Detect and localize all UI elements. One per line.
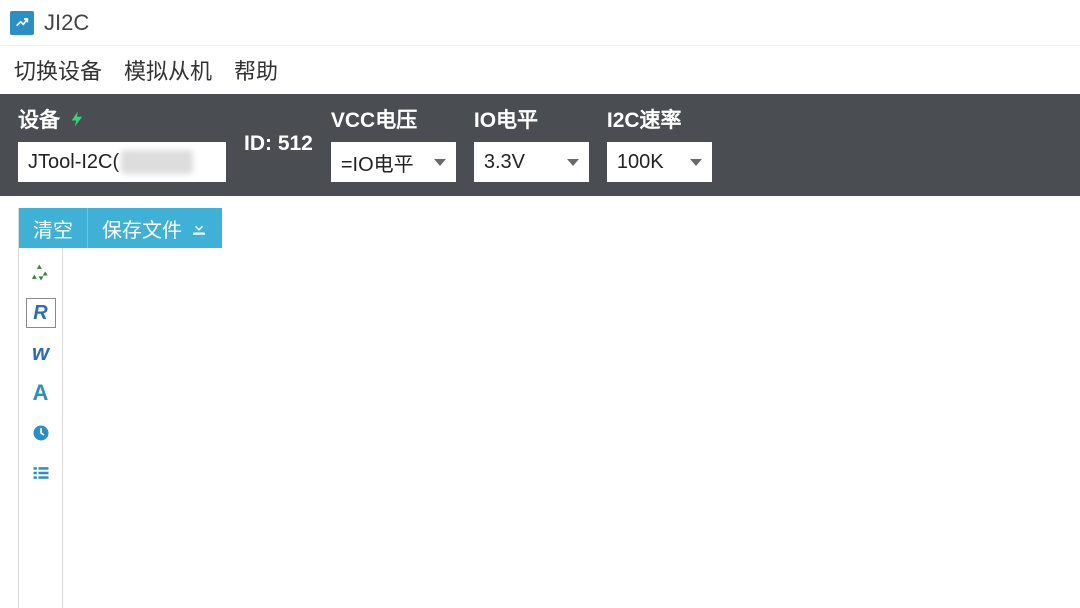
device-blur [121,150,193,174]
content-area: 清空 保存文件 R w A [18,208,1080,608]
tool-recycle[interactable] [26,258,56,288]
a-icon: A [33,380,49,406]
tool-w[interactable]: w [26,338,56,368]
vcc-select[interactable]: =IO电平 [331,142,456,182]
r-icon: R [33,302,47,325]
chevron-down-icon [567,159,579,166]
spacer [0,196,1080,208]
rate-label: I2C速率 [607,104,682,134]
io-value: 3.3V [484,151,525,174]
recycle-icon [31,263,51,283]
settings-bar: 设备 JTool-I2C( ID: 512 VCC电压 =IO电平 IO电平 [0,94,1080,196]
title-bar: JI2C [0,0,1080,46]
io-select[interactable]: 3.3V [474,142,589,182]
menu-switch-device[interactable]: 切换设备 [14,54,102,86]
menu-simulate-slave[interactable]: 模拟从机 [124,54,212,86]
rate-select[interactable]: 100K [607,142,712,182]
io-group: IO电平 3.3V [474,104,589,182]
menu-bar: 切换设备 模拟从机 帮助 [0,46,1080,94]
rate-group: I2C速率 100K [607,104,712,182]
tool-clock[interactable] [26,418,56,448]
device-label: 设备 [18,104,60,134]
window-title: JI2C [44,10,89,36]
body-area: R w A [19,248,1080,608]
bolt-icon [68,107,86,131]
io-label: IO电平 [474,104,538,134]
vcc-group: VCC电压 =IO电平 [331,104,456,182]
w-icon: w [32,340,49,366]
menu-help[interactable]: 帮助 [234,54,278,86]
vcc-value: =IO电平 [341,148,414,177]
tool-list[interactable] [26,458,56,488]
app-icon [10,11,34,35]
chevron-down-icon [690,159,702,166]
chevron-down-icon [434,159,446,166]
tab-bar: 清空 保存文件 [19,208,1080,248]
tab-save-file-label: 保存文件 [102,214,182,243]
tab-clear[interactable]: 清空 [19,208,87,248]
main-canvas[interactable] [63,248,1080,608]
device-select[interactable]: JTool-I2C( [18,142,226,182]
tab-save-file[interactable]: 保存文件 [87,208,222,248]
clock-icon [31,423,51,443]
device-group: 设备 JTool-I2C( [18,104,226,182]
side-toolbar: R w A [19,248,63,608]
rate-value: 100K [617,151,664,174]
device-value: JTool-I2C( [28,151,119,174]
download-icon [190,219,208,237]
device-id: ID: 512 [244,132,313,156]
list-icon [31,463,51,483]
tab-clear-label: 清空 [33,214,73,243]
id-group: ID: 512 [244,104,313,184]
tool-r[interactable]: R [26,298,56,328]
tool-a[interactable]: A [26,378,56,408]
vcc-label: VCC电压 [331,104,417,134]
